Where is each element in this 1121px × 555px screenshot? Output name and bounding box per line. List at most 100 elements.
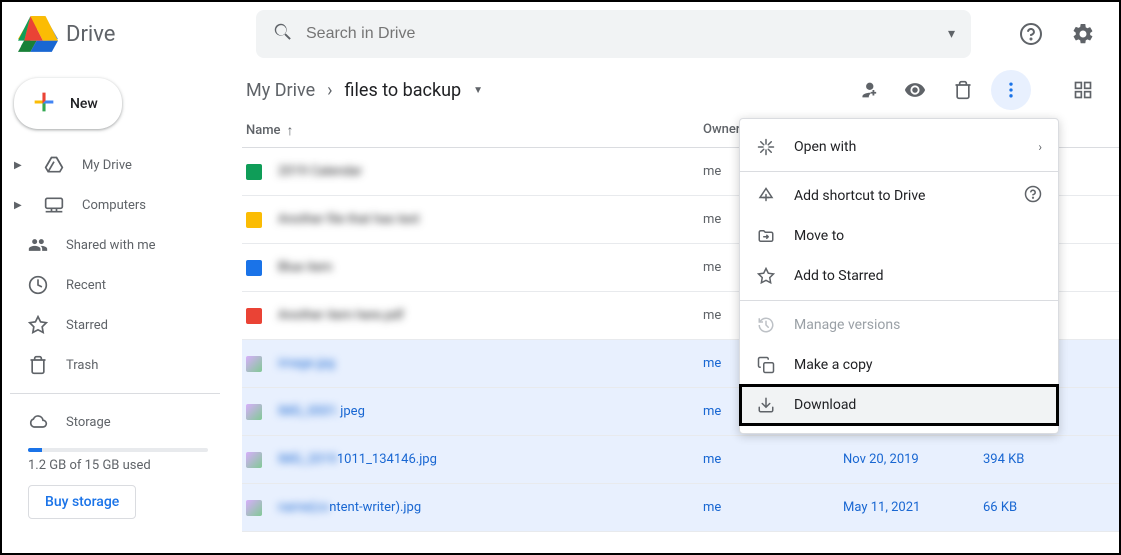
sidebar-item-label: Trash xyxy=(66,358,98,373)
file-owner: me xyxy=(703,500,843,515)
copy-icon xyxy=(756,355,776,375)
new-button[interactable]: New xyxy=(14,78,122,129)
download-icon xyxy=(756,395,776,415)
plus-icon xyxy=(30,88,58,119)
menu-manage-versions-label: Manage versions xyxy=(794,317,1042,333)
breadcrumb-root[interactable]: My Drive xyxy=(246,80,315,101)
sidebar-item-computers[interactable]: ▶ Computers xyxy=(10,185,242,225)
buy-storage-button[interactable]: Buy storage xyxy=(28,485,136,519)
star-icon xyxy=(756,266,776,286)
menu-divider xyxy=(740,300,1058,301)
file-type-icon xyxy=(246,260,262,276)
drive-icon xyxy=(44,155,64,175)
menu-make-a-copy[interactable]: Make a copy xyxy=(740,345,1058,385)
breadcrumb-current[interactable]: files to backup xyxy=(345,80,462,101)
settings-button[interactable] xyxy=(1063,14,1103,54)
breadcrumb-row: My Drive › files to backup ▼ xyxy=(242,66,1119,114)
file-type-icon xyxy=(246,308,262,324)
column-name[interactable]: Name ↑ xyxy=(246,122,703,139)
help-icon[interactable] xyxy=(1024,185,1042,207)
context-menu: Open with › Add shortcut to Drive Move t… xyxy=(739,118,1059,434)
sidebar-item-trash[interactable]: Trash xyxy=(10,345,242,385)
header: Drive ▾ xyxy=(2,2,1119,66)
file-owner: me xyxy=(703,452,843,467)
new-button-label: New xyxy=(70,96,98,112)
chevron-right-icon: › xyxy=(1038,140,1042,154)
chevron-right-icon: › xyxy=(323,80,336,101)
computers-icon xyxy=(44,195,64,215)
content: My Drive › files to backup ▼ Name ↑ Owne… xyxy=(242,66,1119,553)
file-type-icon xyxy=(246,404,262,420)
drive-logo-icon xyxy=(18,14,58,54)
shared-icon xyxy=(28,235,48,255)
menu-move-to-label: Move to xyxy=(794,228,1042,244)
search-input[interactable] xyxy=(306,25,936,43)
file-type-icon xyxy=(246,500,262,516)
chevron-right-icon: ▶ xyxy=(14,160,26,171)
open-with-icon xyxy=(756,137,776,157)
file-size: 66 KB xyxy=(983,500,1103,515)
divider xyxy=(10,393,220,394)
menu-open-with[interactable]: Open with › xyxy=(740,127,1058,167)
table-row[interactable]: name(content-writer).jpg meMay 11, 202166… xyxy=(242,484,1119,532)
file-type-icon xyxy=(246,356,262,372)
file-type-icon xyxy=(246,452,262,468)
sidebar-item-storage[interactable]: Storage xyxy=(10,402,242,442)
sidebar-item-starred[interactable]: Starred xyxy=(10,305,242,345)
toolbar xyxy=(847,70,1103,110)
storage-bar xyxy=(28,448,208,452)
menu-download-label: Download xyxy=(794,397,1042,413)
trash-icon xyxy=(28,355,48,375)
support-button[interactable] xyxy=(1011,14,1051,54)
menu-add-shortcut[interactable]: Add shortcut to Drive xyxy=(740,176,1058,216)
storage-fill xyxy=(28,448,42,452)
table-row[interactable]: IMG_20191011_134146.jpg meNov 20, 2019394… xyxy=(242,436,1119,484)
grid-view-button[interactable] xyxy=(1063,70,1103,110)
file-name: IMG_20191011_134146.jpg xyxy=(278,452,437,467)
sidebar-item-shared-with-me[interactable]: Shared with me xyxy=(10,225,242,265)
file-name: Another file that has text xyxy=(278,212,419,227)
sidebar-item-label: Recent xyxy=(66,278,106,293)
sidebar-item-label: Computers xyxy=(82,198,146,213)
search-options-dropdown-icon[interactable]: ▾ xyxy=(948,26,955,42)
menu-manage-versions: Manage versions xyxy=(740,305,1058,345)
file-type-icon xyxy=(246,212,262,228)
file-type-icon xyxy=(246,164,262,180)
add-shortcut-icon xyxy=(756,186,776,206)
versions-icon xyxy=(756,315,776,335)
file-name: 2019 Calendar xyxy=(278,164,362,179)
sidebar: New ▶ My Drive ▶ Computers Shared with me Rec… xyxy=(2,66,242,553)
chevron-right-icon: ▶ xyxy=(14,200,26,211)
sidebar-item-label: Starred xyxy=(66,318,108,333)
menu-divider xyxy=(740,171,1058,172)
more-actions-button[interactable] xyxy=(991,70,1031,110)
recent-icon xyxy=(28,275,48,295)
file-modified: May 11, 2021 xyxy=(843,500,983,515)
menu-open-with-label: Open with xyxy=(794,139,1020,155)
move-to-icon xyxy=(756,226,776,246)
storage-usage-text: 1.2 GB of 15 GB used xyxy=(28,458,242,473)
share-button[interactable] xyxy=(847,70,887,110)
file-modified: Nov 20, 2019 xyxy=(843,452,983,467)
sidebar-item-recent[interactable]: Recent xyxy=(10,265,242,305)
menu-move-to[interactable]: Move to xyxy=(740,216,1058,256)
preview-button[interactable] xyxy=(895,70,935,110)
file-name: name(content-writer).jpg xyxy=(278,500,421,515)
sidebar-item-label: My Drive xyxy=(82,158,132,173)
logo-area[interactable]: Drive xyxy=(18,14,256,54)
header-icons xyxy=(1011,14,1103,54)
storage-label: Storage xyxy=(66,415,111,430)
menu-add-to-starred[interactable]: Add to Starred xyxy=(740,256,1058,296)
sidebar-item-my-drive[interactable]: ▶ My Drive xyxy=(10,145,242,185)
file-name: image.jpg xyxy=(278,356,335,371)
chevron-down-icon[interactable]: ▼ xyxy=(473,85,483,96)
file-name: Blue item xyxy=(278,260,332,275)
file-size: 394 KB xyxy=(983,452,1103,467)
sidebar-item-label: Shared with me xyxy=(66,238,156,253)
search-bar[interactable]: ▾ xyxy=(256,10,971,58)
remove-button[interactable] xyxy=(943,70,983,110)
app-title: Drive xyxy=(66,22,115,47)
sort-arrow-up-icon: ↑ xyxy=(287,122,294,139)
menu-download[interactable]: Download xyxy=(740,385,1058,425)
menu-add-shortcut-label: Add shortcut to Drive xyxy=(794,188,1006,204)
